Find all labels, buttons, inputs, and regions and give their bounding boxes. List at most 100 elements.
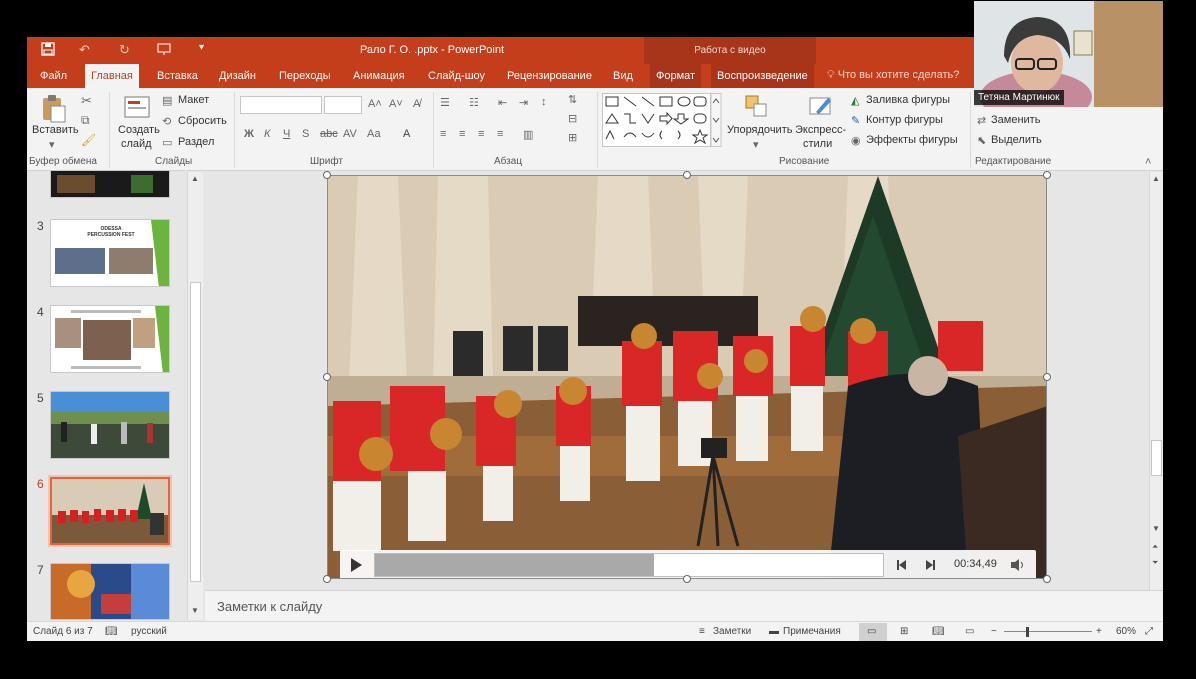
reading-view-icon[interactable]: 📖︎: [932, 626, 945, 637]
language-indicator[interactable]: русский: [131, 626, 167, 637]
tab-format[interactable]: Формат: [650, 64, 702, 88]
volume-icon[interactable]: [1010, 558, 1026, 572]
paste-dropdown-icon[interactable]: ▾: [49, 138, 55, 151]
step-back-icon[interactable]: [896, 559, 908, 571]
zoom-in-icon[interactable]: +: [1096, 626, 1102, 637]
shape-outline-button[interactable]: Контур фигуры: [866, 114, 943, 126]
notes-pane[interactable]: Заметки к слайду: [205, 590, 1163, 621]
align-right-icon[interactable]: ≡: [478, 128, 484, 140]
slide-sorter-icon[interactable]: ⊞: [900, 626, 908, 637]
decrease-font-icon[interactable]: A˅: [389, 98, 403, 110]
spellcheck-icon[interactable]: 📖︎: [105, 626, 118, 637]
cut-icon[interactable]: ✂: [81, 93, 92, 109]
zoom-level[interactable]: 60%: [1116, 626, 1136, 637]
tab-home[interactable]: Главная: [85, 64, 139, 88]
tab-playback[interactable]: Воспроизведение: [711, 64, 814, 88]
font-color-icon[interactable]: A: [403, 128, 410, 140]
slide-thumbnail-5[interactable]: [50, 391, 170, 459]
shapes-gallery[interactable]: [602, 93, 722, 147]
scroll-up-icon[interactable]: ▲: [1152, 174, 1160, 183]
shape-fill-button[interactable]: Заливка фигуры: [866, 94, 950, 106]
new-slide-button[interactable]: Создать: [118, 124, 160, 136]
tab-insert[interactable]: Вставка: [151, 64, 204, 88]
select-button[interactable]: Выделить: [991, 134, 1042, 146]
new-slide-button-line2[interactable]: слайд: [121, 138, 152, 150]
scroll-down-icon[interactable]: ▼: [1152, 524, 1160, 533]
scroll-thumb[interactable]: [1151, 440, 1162, 476]
font-size-combo[interactable]: [324, 96, 362, 114]
tab-view[interactable]: Вид: [607, 64, 639, 88]
collapse-ribbon-icon[interactable]: ˄: [1145, 156, 1151, 168]
align-left-icon[interactable]: ≡: [440, 128, 446, 140]
tab-review[interactable]: Рецензирование: [501, 64, 598, 88]
resize-handle[interactable]: [683, 575, 691, 583]
slideshow-icon[interactable]: ▭: [965, 626, 974, 637]
resize-handle[interactable]: [1043, 575, 1051, 583]
clear-format-icon[interactable]: A̸: [413, 98, 420, 110]
tell-me-box[interactable]: 💡︎ Что вы хотите сделать?: [827, 69, 959, 82]
thumbnails-scrollbar[interactable]: ▲ ▼: [187, 172, 203, 620]
resize-handle[interactable]: [1043, 171, 1051, 179]
tab-file[interactable]: Файл: [34, 64, 73, 88]
tab-transitions[interactable]: Переходы: [273, 64, 337, 88]
slide-thumbnail-2[interactable]: [50, 170, 170, 198]
arrange-button[interactable]: Упорядочить: [727, 124, 792, 136]
align-text-icon[interactable]: ⊟: [568, 112, 577, 125]
scroll-thumb[interactable]: [190, 282, 201, 582]
line-spacing-icon[interactable]: ↕: [541, 96, 547, 108]
scroll-down-icon[interactable]: ▼: [191, 606, 199, 615]
replace-button[interactable]: Заменить: [991, 114, 1040, 126]
arrange-dropdown-icon[interactable]: ▾: [753, 138, 759, 151]
tab-slideshow[interactable]: Слайд-шоу: [422, 64, 491, 88]
resize-handle[interactable]: [323, 575, 331, 583]
slide-thumbnail-3[interactable]: ODESSA PERCUSSION FEST: [50, 219, 170, 287]
strikethrough-icon[interactable]: abc: [320, 128, 338, 140]
new-slide-icon[interactable]: [123, 94, 151, 120]
tab-animations[interactable]: Анимация: [347, 64, 411, 88]
resize-handle[interactable]: [323, 171, 331, 179]
change-case-button[interactable]: Аа: [367, 128, 381, 140]
fit-to-window-icon[interactable]: ⤢: [1145, 626, 1153, 637]
shadow-button[interactable]: S: [302, 128, 309, 140]
slide-thumbnail-7[interactable]: [50, 563, 170, 620]
slide-thumbnail-6[interactable]: [48, 475, 172, 547]
tab-design[interactable]: Дизайн: [213, 64, 262, 88]
underline-button[interactable]: Ч: [283, 128, 290, 140]
increase-font-icon[interactable]: A˄: [368, 98, 382, 110]
font-name-combo[interactable]: [240, 96, 322, 114]
arrange-icon[interactable]: [744, 94, 770, 120]
smartart-icon[interactable]: ⊞: [568, 131, 577, 144]
format-painter-icon[interactable]: 🖌︎: [81, 133, 96, 147]
zoom-out-icon[interactable]: −: [991, 626, 997, 637]
step-forward-icon[interactable]: [924, 559, 936, 571]
quick-styles-icon[interactable]: [808, 94, 834, 120]
next-slide-icon[interactable]: ⏷: [1152, 558, 1158, 568]
bold-button[interactable]: Ж: [244, 128, 254, 140]
paste-icon[interactable]: [41, 94, 67, 124]
quick-styles-button[interactable]: Экспресс-: [795, 124, 846, 136]
decrease-indent-icon[interactable]: ⇤: [498, 96, 507, 109]
text-direction-icon[interactable]: ⇅: [568, 93, 577, 106]
play-icon[interactable]: [348, 557, 364, 573]
resize-handle[interactable]: [323, 373, 331, 381]
resize-handle[interactable]: [1043, 373, 1051, 381]
quick-styles-button-line2[interactable]: стили: [803, 138, 832, 150]
previous-slide-icon[interactable]: ⏶: [1152, 542, 1158, 552]
slide-scrollbar[interactable]: ▲ ▼ ⏶ ⏷: [1149, 172, 1163, 590]
comments-toggle-button[interactable]: Примечания: [783, 626, 841, 637]
bullets-icon[interactable]: ☰: [440, 96, 450, 109]
align-center-icon[interactable]: ≡: [459, 128, 465, 140]
section-button[interactable]: Раздел: [178, 136, 214, 148]
resize-handle[interactable]: [683, 171, 691, 179]
slide-thumbnail-4[interactable]: [50, 305, 170, 373]
notes-toggle-button[interactable]: Заметки: [713, 626, 751, 637]
zoom-slider[interactable]: [1004, 631, 1092, 632]
increase-indent-icon[interactable]: ⇥: [519, 96, 528, 109]
paste-button[interactable]: Вставить: [32, 124, 79, 136]
numbering-icon[interactable]: ☷: [469, 96, 479, 109]
shape-effects-button[interactable]: Эффекты фигуры: [866, 134, 958, 146]
reset-button[interactable]: Сбросить: [178, 115, 227, 127]
columns-icon[interactable]: ▥: [523, 128, 533, 141]
char-spacing-icon[interactable]: AV: [343, 128, 357, 140]
scroll-up-icon[interactable]: ▲: [191, 174, 199, 183]
